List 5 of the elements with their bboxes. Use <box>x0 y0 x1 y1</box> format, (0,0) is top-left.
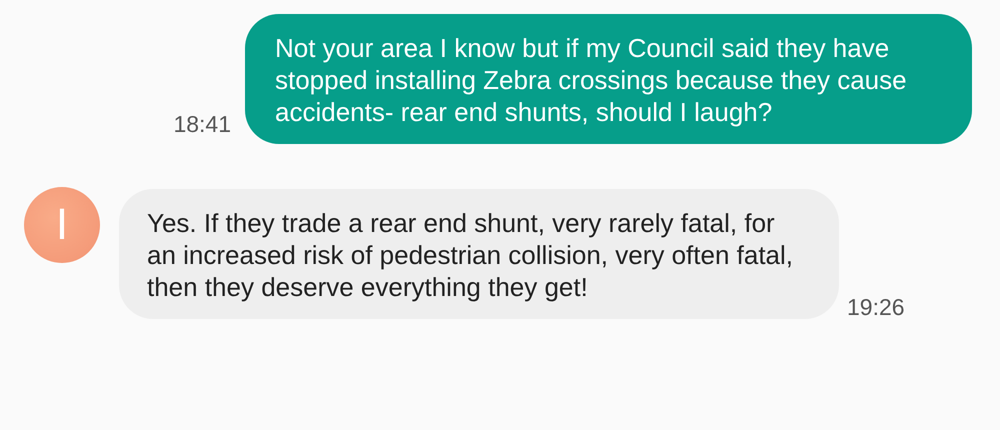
message-time: 18:41 <box>173 111 231 139</box>
sent-message: Not your area I know but if my Council said they have stopped installing Zebra crossings because they cause accidents- rear end shunts, should I laugh? <box>245 14 972 144</box>
message-time: 19:26 <box>847 294 905 321</box>
avatar[interactable]: I <box>24 187 100 263</box>
received-message: Yes. If they trade a rear end shunt, very rarely fatal, for an increased risk of pedestrian collision, very often fatal, then they deserve everything they get! <box>119 189 839 319</box>
